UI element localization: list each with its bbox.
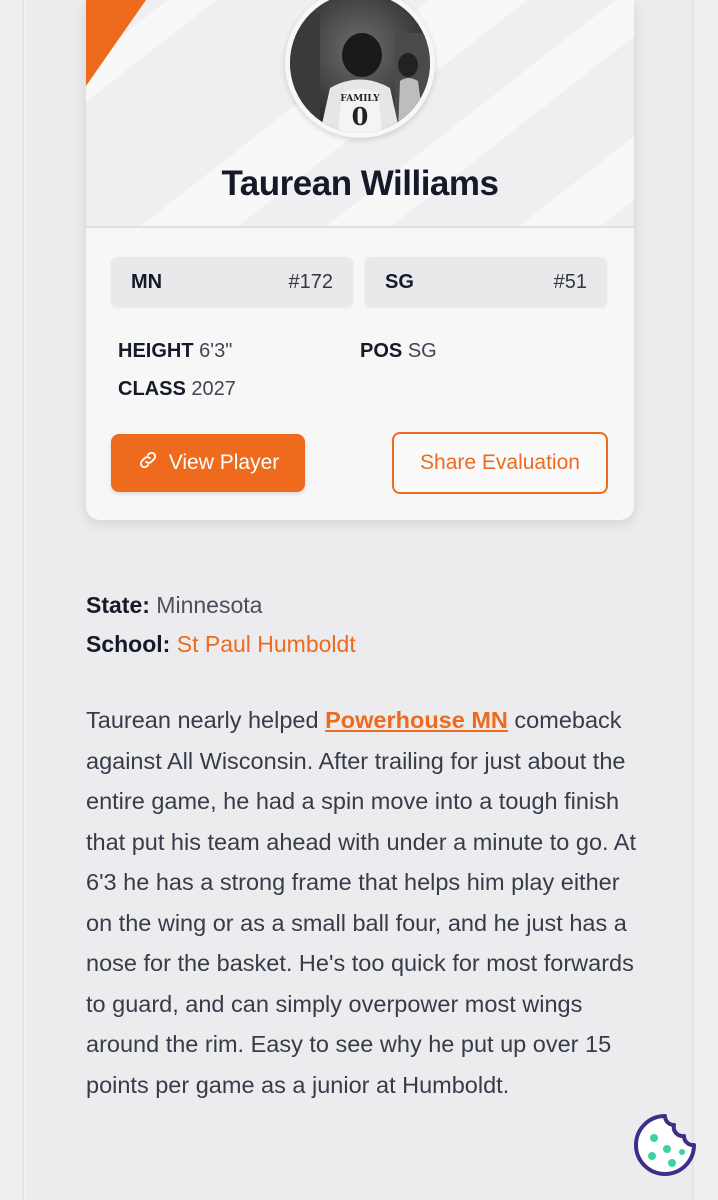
pos-label: POS — [360, 340, 403, 362]
pos-stat: POS SG — [360, 340, 437, 363]
state-abbr: MN — [131, 270, 163, 293]
view-player-label: View Player — [168, 451, 280, 474]
player-photo: FAMILY 0 — [290, 0, 430, 133]
right-scrollbar[interactable] — [692, 0, 718, 1200]
view-player-button[interactable]: View Player — [111, 434, 305, 492]
state-value: Minnesota — [156, 592, 263, 618]
state-label: State: — [86, 592, 150, 618]
player-name: Taurean Williams — [221, 164, 499, 203]
team-link[interactable]: Powerhouse MN — [325, 707, 508, 733]
state-info: State: Minnesota — [86, 592, 262, 619]
position-abbr: SG — [385, 270, 414, 293]
height-stat: HEIGHT 6'3" — [118, 340, 232, 363]
evaluation-intro: Taurean nearly helped — [86, 707, 326, 733]
position-rank-chip: SG #51 — [365, 257, 607, 307]
class-value: 2027 — [191, 378, 236, 400]
state-rank-chip: MN #172 — [111, 257, 353, 307]
link-icon — [137, 449, 159, 477]
accent-corner — [86, 0, 146, 86]
evaluation-text: Taurean nearly helped Powerhouse MN come… — [86, 700, 646, 1105]
page-content: FAMILY 0 Taurean Williams MN #172 SG #51… — [26, 0, 692, 1200]
left-rail — [0, 0, 24, 1200]
cookie-settings-button[interactable] — [632, 1112, 698, 1178]
pos-value: SG — [407, 340, 437, 362]
avatar: FAMILY 0 — [285, 0, 435, 138]
school-info: School: St Paul Humboldt — [86, 631, 356, 658]
share-evaluation-label: Share Evaluation — [420, 451, 580, 474]
school-label: School: — [86, 631, 171, 657]
height-value: 6'3" — [199, 340, 233, 362]
svg-text:0: 0 — [352, 102, 369, 131]
position-rank: #51 — [553, 270, 587, 293]
evaluation-body: comeback against All Wisconsin. After tr… — [86, 707, 636, 1098]
player-card-header: FAMILY 0 Taurean Williams — [86, 0, 634, 228]
class-stat: CLASS 2027 — [118, 378, 236, 401]
player-card: FAMILY 0 Taurean Williams MN #172 SG #51… — [86, 0, 634, 520]
cookie-icon — [632, 1114, 698, 1182]
class-label: CLASS — [118, 378, 186, 400]
state-rank: #172 — [288, 270, 334, 293]
height-label: HEIGHT — [118, 340, 194, 362]
school-link[interactable]: St Paul Humboldt — [177, 631, 356, 657]
share-evaluation-button[interactable]: Share Evaluation — [392, 432, 608, 494]
